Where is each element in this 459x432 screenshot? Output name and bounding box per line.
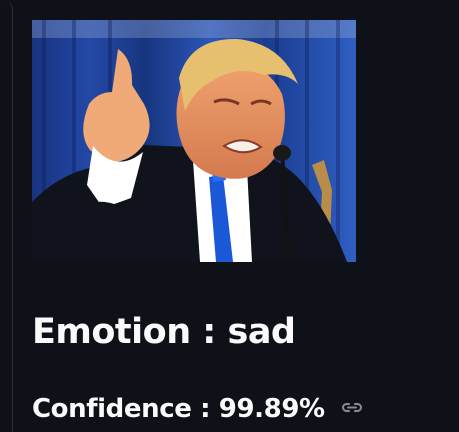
app-main: Emotion : sad Confidence : 99.89%: [0, 0, 459, 432]
confidence-result: Confidence : 99.89%: [32, 390, 363, 428]
link-icon[interactable]: [341, 401, 363, 415]
emotion-result: Emotion : sad: [32, 312, 296, 352]
sidebar-edge: [0, 0, 13, 432]
confidence-label: Confidence : 99.89%: [32, 394, 325, 424]
uploaded-image: [32, 20, 356, 262]
